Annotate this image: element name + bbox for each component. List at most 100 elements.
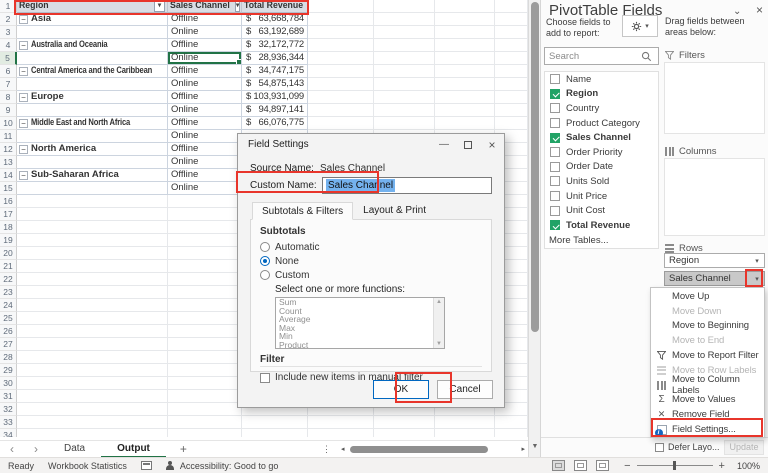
empty-cell[interactable]: [495, 416, 528, 429]
pivot-channel-cell[interactable]: Online: [168, 104, 242, 117]
pivot-channel-cell[interactable]: Offline: [168, 65, 242, 78]
empty-cell[interactable]: [435, 117, 495, 130]
pivot-row-label-cell[interactable]: [17, 364, 168, 377]
pivot-value-cell[interactable]: $94,897,141: [242, 104, 308, 117]
row-header[interactable]: 32: [0, 403, 17, 416]
field-checkbox-icon[interactable]: [550, 118, 560, 129]
empty-cell[interactable]: [435, 0, 495, 13]
pivot-row-label-cell[interactable]: [17, 130, 168, 143]
search-input[interactable]: [545, 50, 641, 62]
radio-custom[interactable]: Custom: [260, 268, 482, 282]
pivot-channel-cell[interactable]: [168, 377, 242, 390]
menu-item-move-down[interactable]: Move Down: [651, 304, 764, 319]
workbook-statistics[interactable]: Workbook Statistics: [48, 461, 127, 471]
field-list-item[interactable]: Order Date: [545, 160, 658, 175]
empty-cell[interactable]: [308, 416, 374, 429]
field-list-item[interactable]: Unit Cost: [545, 203, 658, 218]
empty-cell[interactable]: [435, 39, 495, 52]
pivot-channel-cell[interactable]: Offline: [168, 39, 242, 52]
row-header[interactable]: 25: [0, 312, 17, 325]
row-header[interactable]: 21: [0, 260, 17, 273]
pivot-row-label-cell[interactable]: [17, 195, 168, 208]
empty-cell[interactable]: [308, 0, 374, 13]
pivot-channel-cell[interactable]: [168, 429, 242, 437]
radio-none[interactable]: None: [260, 254, 482, 268]
pivot-row-label-cell[interactable]: [17, 390, 168, 403]
function-option[interactable]: Average: [276, 315, 433, 324]
radio-icon[interactable]: [260, 242, 270, 252]
pivot-value-cell[interactable]: $63,192,689: [242, 26, 308, 39]
pivot-row-label-cell[interactable]: − Central America and the Caribbean: [17, 65, 168, 78]
pivot-channel-cell[interactable]: [168, 364, 242, 377]
row-header[interactable]: 22: [0, 273, 17, 286]
pivot-channel-cell[interactable]: Online: [168, 78, 242, 91]
zoom-in-icon[interactable]: +: [713, 460, 731, 472]
pivot-row-label-cell[interactable]: [17, 26, 168, 39]
collapse-icon[interactable]: −: [19, 14, 28, 24]
filter-dropdown-icon[interactable]: ▾: [154, 0, 165, 12]
pivot-value-cell[interactable]: $103,931,099: [242, 91, 308, 104]
function-option[interactable]: Max: [276, 324, 433, 333]
empty-cell[interactable]: [308, 39, 374, 52]
row-header[interactable]: 27: [0, 338, 17, 351]
empty-cell[interactable]: [495, 52, 528, 65]
row-header[interactable]: 31: [0, 390, 17, 403]
pivot-channel-cell[interactable]: [168, 416, 242, 429]
pivot-row-label-cell[interactable]: [17, 377, 168, 390]
empty-cell[interactable]: [308, 52, 374, 65]
row-header[interactable]: 13: [0, 156, 17, 169]
scroll-down-icon[interactable]: ▼: [436, 341, 442, 347]
pivot-channel-cell[interactable]: Online: [168, 182, 242, 195]
pivot-channel-cell[interactable]: Online: [168, 26, 242, 39]
collapse-icon[interactable]: −: [19, 92, 28, 102]
field-list-item[interactable]: Product Category: [545, 116, 658, 131]
pivot-channel-cell[interactable]: [168, 351, 242, 364]
horizontal-scrollbar[interactable]: ◂ ▸: [338, 441, 528, 458]
menu-item-move-to-report-filter[interactable]: Move to Report Filter: [651, 348, 764, 363]
pivot-row-label-cell[interactable]: [17, 351, 168, 364]
search-box[interactable]: [544, 47, 659, 65]
function-option[interactable]: Product: [276, 341, 433, 348]
macro-record-icon[interactable]: [140, 461, 152, 470]
collapse-icon[interactable]: −: [19, 170, 28, 180]
pivot-row-label-cell[interactable]: [17, 416, 168, 429]
empty-cell[interactable]: [308, 104, 374, 117]
pivot-value-cell[interactable]: $34,747,175: [242, 65, 308, 78]
pivot-channel-cell[interactable]: [168, 312, 242, 325]
listbox-scrollbar[interactable]: ▲ ▼: [433, 298, 444, 348]
pivot-header-cell[interactable]: Region ▾: [17, 0, 168, 13]
collapse-icon[interactable]: −: [19, 118, 28, 128]
region-dropdown-icon[interactable]: ▾: [750, 257, 764, 265]
pivot-value-cell[interactable]: $54,875,143: [242, 78, 308, 91]
menu-item-move-to-beginning[interactable]: Move to Beginning: [651, 319, 764, 334]
pivot-value-cell[interactable]: $28,936,344: [242, 52, 308, 65]
field-checkbox-icon[interactable]: [550, 191, 560, 202]
empty-cell[interactable]: [435, 78, 495, 91]
field-checkbox-icon[interactable]: [550, 147, 560, 158]
pivot-row-label-cell[interactable]: − Sub-Saharan Africa: [17, 169, 168, 182]
field-list-item[interactable]: Total Revenue: [545, 218, 658, 233]
empty-cell[interactable]: [374, 416, 435, 429]
empty-cell[interactable]: [374, 104, 435, 117]
cancel-button[interactable]: Cancel: [437, 379, 493, 399]
pivot-row-label-cell[interactable]: [17, 325, 168, 338]
field-checkbox-icon[interactable]: [550, 74, 560, 85]
pivot-row-label-cell[interactable]: [17, 260, 168, 273]
empty-cell[interactable]: [374, 65, 435, 78]
pivot-value-cell[interactable]: [242, 416, 308, 429]
empty-cell[interactable]: [308, 13, 374, 26]
row-header[interactable]: 29: [0, 364, 17, 377]
empty-cell[interactable]: [308, 117, 374, 130]
filter-dropdown-icon[interactable]: ▾: [234, 0, 241, 12]
vertical-scrollbar[interactable]: ▼: [528, 0, 540, 457]
pivot-row-label-cell[interactable]: [17, 429, 168, 437]
field-list-item[interactable]: Region: [545, 87, 658, 102]
empty-cell[interactable]: [374, 78, 435, 91]
collapse-icon[interactable]: −: [19, 66, 28, 76]
field-list-item[interactable]: Name: [545, 72, 658, 87]
row-header[interactable]: 3: [0, 26, 17, 39]
pivot-row-label-cell[interactable]: [17, 234, 168, 247]
empty-cell[interactable]: [308, 429, 374, 437]
pivot-row-label-cell[interactable]: [17, 247, 168, 260]
row-header[interactable]: 8: [0, 91, 17, 104]
